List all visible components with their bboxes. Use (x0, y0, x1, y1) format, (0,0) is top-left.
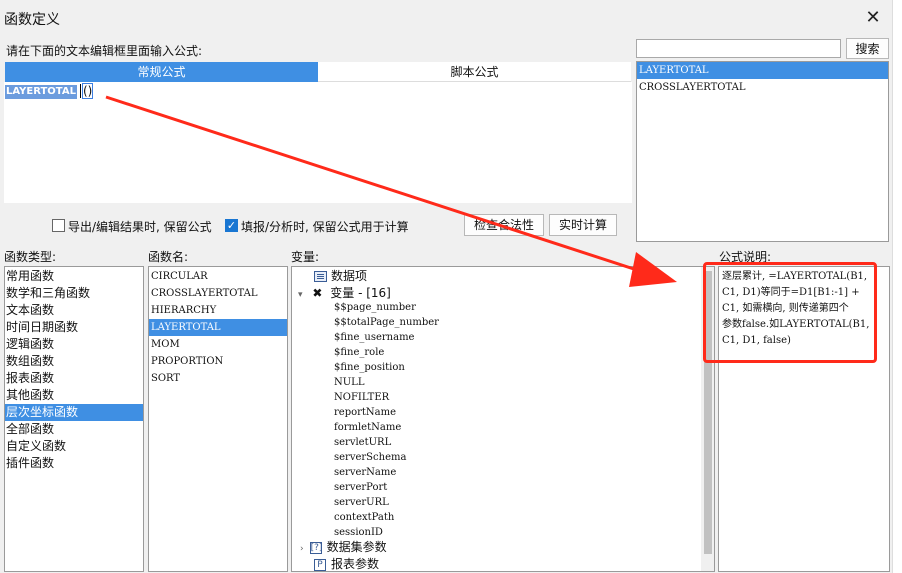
variable-item[interactable]: serverName (334, 466, 396, 480)
list-item[interactable]: 逻辑函数 (5, 336, 143, 353)
tab-script-formula[interactable]: 脚本公式 (318, 62, 631, 82)
chevron-down-icon[interactable]: ▾ (298, 290, 303, 300)
close-button[interactable]: ✕ (863, 9, 883, 29)
variable-item[interactable]: contextPath (334, 511, 394, 525)
variable-item[interactable]: NOFILTER (334, 391, 389, 405)
tree-node-dataset-params[interactable]: › [?] 数据集参数 (300, 540, 387, 556)
variables-tree[interactable]: 数据项 ▾ ✖ 变量 - [16] $$page_number $$totalPa… (291, 266, 715, 572)
variable-item[interactable]: serverPort (334, 481, 387, 495)
search-button[interactable]: 搜索 (846, 38, 889, 59)
func-name-list[interactable]: CIRCULAR CROSSLAYERTOTAL HIERARCHY LAYER… (148, 266, 288, 572)
variable-item[interactable]: NULL (334, 376, 364, 390)
fill-keep-checkbox[interactable]: ✓ (225, 219, 238, 232)
search-result-item[interactable]: CROSSLAYERTOTAL (637, 79, 888, 96)
formula-editor[interactable]: LAYERTOTAL () (4, 82, 632, 203)
func-name-label: 函数名: (148, 250, 189, 264)
variables-label: 变量: (291, 250, 320, 264)
realtime-calc-button[interactable]: 实时计算 (549, 214, 617, 236)
tree-node-variables[interactable]: ▾ ✖ 变量 - [16] (298, 286, 391, 302)
report-param-icon: P (314, 558, 326, 571)
search-result-item[interactable]: LAYERTOTAL (637, 62, 888, 79)
dataset-param-icon: [?] (309, 541, 323, 554)
list-item[interactable]: 报表函数 (5, 370, 143, 387)
selected-formula-text: LAYERTOTAL (5, 85, 77, 99)
list-item[interactable]: CIRCULAR (149, 268, 287, 285)
variable-item[interactable]: sessionID (334, 526, 383, 540)
background-sheet-edge (892, 0, 902, 573)
list-item[interactable]: 插件函数 (5, 455, 143, 472)
list-item[interactable]: PROPORTION (149, 353, 287, 370)
list-item[interactable]: 文本函数 (5, 302, 143, 319)
annotation-highlight-box (703, 262, 877, 363)
list-item[interactable]: LAYERTOTAL (149, 319, 287, 336)
list-item[interactable]: HIERARCHY (149, 302, 287, 319)
tree-node-data-item[interactable]: 数据项 (314, 269, 367, 283)
variable-item[interactable]: $$page_number (334, 301, 416, 315)
variable-item[interactable]: serverSchema (334, 451, 406, 465)
variable-item[interactable]: serverURL (334, 496, 389, 510)
tree-node-report-params[interactable]: P 报表参数 (314, 557, 379, 571)
list-item[interactable]: CROSSLAYERTOTAL (149, 285, 287, 302)
window-title: 函数定义 (4, 12, 60, 28)
list-item[interactable]: 层次坐标函数 (5, 404, 143, 421)
search-results-list[interactable]: LAYERTOTAL CROSSLAYERTOTAL (636, 61, 889, 242)
list-item[interactable]: 全部函数 (5, 421, 143, 438)
variable-item[interactable]: $$totalPage_number (334, 316, 439, 330)
chevron-right-icon[interactable]: › (300, 544, 304, 554)
export-keep-checkbox[interactable] (52, 219, 65, 232)
func-type-list[interactable]: 常用函数 数学和三角函数 文本函数 时间日期函数 逻辑函数 数组函数 报表函数 … (4, 266, 144, 572)
variable-item[interactable]: reportName (334, 406, 396, 420)
variable-item[interactable]: $fine_role (334, 346, 384, 360)
formula-parens: () (80, 83, 94, 99)
list-item[interactable]: 其他函数 (5, 387, 143, 404)
export-keep-label: 导出/编辑结果时, 保留公式 (68, 220, 212, 234)
list-item[interactable]: 常用函数 (5, 268, 143, 285)
list-item[interactable]: 数组函数 (5, 353, 143, 370)
variable-group-icon: ✖ (312, 286, 323, 300)
list-item[interactable]: SORT (149, 370, 287, 387)
editor-prompt: 请在下面的文本编辑框里面输入公式: (6, 44, 203, 58)
check-validity-button[interactable]: 检查合法性 (464, 214, 544, 236)
tab-regular-formula[interactable]: 常规公式 (5, 62, 318, 82)
func-type-label: 函数类型: (4, 250, 57, 264)
list-item[interactable]: 时间日期函数 (5, 319, 143, 336)
list-item[interactable]: MOM (149, 336, 287, 353)
search-input[interactable] (636, 39, 841, 58)
variable-item[interactable]: $fine_username (334, 331, 414, 345)
fill-keep-label: 填报/分析时, 保留公式用于计算 (241, 220, 409, 234)
data-item-icon (314, 271, 327, 282)
list-item[interactable]: 数学和三角函数 (5, 285, 143, 302)
variable-item[interactable]: $fine_position (334, 361, 405, 375)
variable-item[interactable]: formletName (334, 421, 401, 435)
variable-item[interactable]: servletURL (334, 436, 391, 450)
list-item[interactable]: 自定义函数 (5, 438, 143, 455)
